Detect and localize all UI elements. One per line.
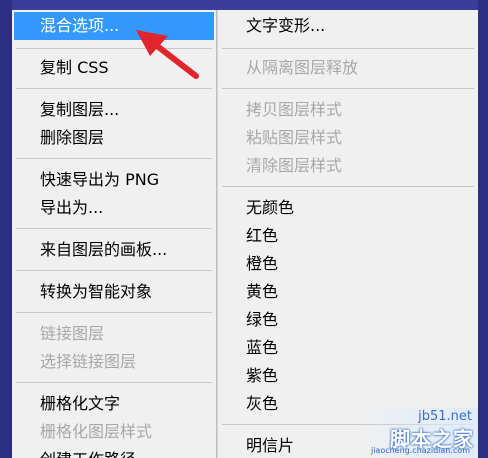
window-frame-top: [0, 0, 488, 10]
menu-item-violet[interactable]: 紫色: [218, 362, 478, 390]
menu-separator: [222, 186, 474, 187]
menu-item-blending-options[interactable]: 混合选项...: [14, 12, 214, 40]
menu-item-paste-layer-style[interactable]: 粘贴图层样式: [218, 124, 478, 152]
menu-item-link-layers[interactable]: 链接图层: [12, 320, 216, 348]
menu-item-red[interactable]: 红色: [218, 222, 478, 250]
menu-item-artboard-from-layers[interactable]: 来自图层的画板...: [12, 236, 216, 264]
menu-separator: [16, 48, 212, 49]
menu-item-quick-export-png[interactable]: 快速导出为 PNG: [12, 166, 216, 194]
menu-item-copy-layer-style[interactable]: 拷贝图层样式: [218, 96, 478, 124]
menu-separator: [16, 382, 212, 383]
menu-item-copy-css[interactable]: 复制 CSS: [12, 54, 216, 82]
menu-separator: [16, 158, 212, 159]
menu-item-export-as[interactable]: 导出为...: [12, 194, 216, 222]
menu-separator: [222, 48, 474, 49]
menu-right-column: 文字变形... 从隔离图层释放 拷贝图层样式 粘贴图层样式 清除图层样式 无颜色…: [218, 10, 478, 458]
window-frame-left: [0, 0, 12, 458]
menu-separator: [16, 312, 212, 313]
menu-item-blue[interactable]: 蓝色: [218, 334, 478, 362]
menu-item-convert-to-smart-object[interactable]: 转换为智能对象: [12, 278, 216, 306]
menu-item-delete-layer[interactable]: 删除图层: [12, 124, 216, 152]
menu-item-rasterize-type[interactable]: 栅格化文字: [12, 390, 216, 418]
menu-item-create-work-path[interactable]: 创建工作路径: [12, 446, 216, 458]
menu-separator: [16, 88, 212, 89]
menu-separator: [16, 228, 212, 229]
watermark-site: jb51.net: [418, 409, 472, 424]
menu-item-green[interactable]: 绿色: [218, 306, 478, 334]
menu-item-select-linked-layers[interactable]: 选择链接图层: [12, 348, 216, 376]
menu-separator: [222, 88, 474, 89]
menu-item-orange[interactable]: 橙色: [218, 250, 478, 278]
menu-item-warp-text[interactable]: 文字变形...: [218, 12, 478, 40]
menu-item-no-color[interactable]: 无颜色: [218, 194, 478, 222]
menu-item-rasterize-layer-style[interactable]: 栅格化图层样式: [12, 418, 216, 446]
layer-context-menu: 混合选项... 复制 CSS 复制图层... 删除图层 快速导出为 PNG 导出…: [12, 10, 478, 458]
menu-item-release-from-isolation[interactable]: 从隔离图层释放: [218, 54, 478, 82]
window-frame-right: [478, 0, 488, 458]
menu-item-clear-layer-style[interactable]: 清除图层样式: [218, 152, 478, 180]
menu-left-column: 混合选项... 复制 CSS 复制图层... 删除图层 快速导出为 PNG 导出…: [12, 10, 216, 458]
watermark-url: jiaocheng.chazidian.com: [370, 446, 470, 455]
menu-item-duplicate-layer[interactable]: 复制图层...: [12, 96, 216, 124]
watermark: jb51.net 脚本之家 jiaocheng.chazidian.com: [343, 403, 478, 458]
menu-separator: [16, 270, 212, 271]
menu-item-yellow[interactable]: 黄色: [218, 278, 478, 306]
